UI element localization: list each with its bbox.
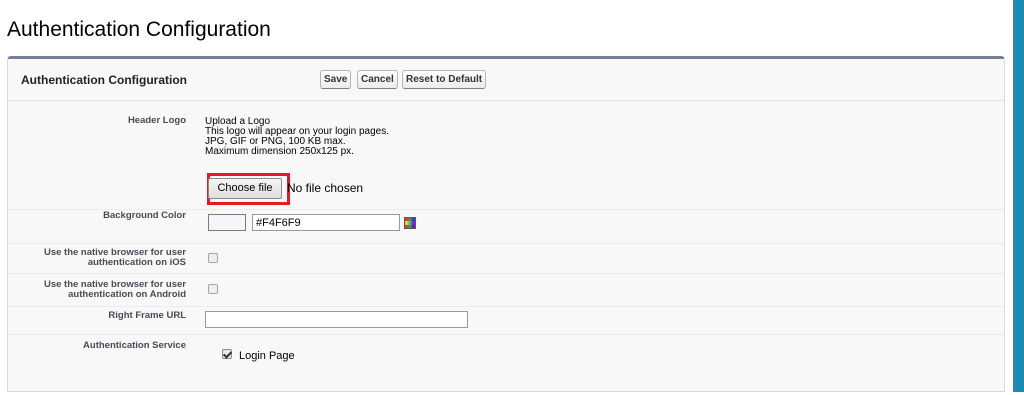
color-picker-icon[interactable] [404, 217, 416, 229]
page-title: Authentication Configuration [7, 18, 271, 41]
login-page-label: Login Page [239, 350, 295, 362]
header-logo-label: Header Logo [127, 115, 186, 126]
native-android-checkbox[interactable] [208, 284, 218, 294]
right-frame-url-label: Right Frame URL [108, 310, 186, 321]
side-accent-bar [1013, 0, 1024, 392]
reset-to-default-button[interactable]: Reset to Default [402, 70, 487, 89]
panel-header: Authentication Configuration Save Cancel… [8, 59, 1004, 101]
choose-file-button[interactable]: Choose file [208, 178, 282, 199]
right-frame-url-input[interactable] [205, 311, 468, 328]
cancel-button[interactable]: Cancel [357, 70, 398, 89]
panel-title: Authentication Configuration [21, 73, 187, 87]
background-color-label: Background Color [103, 210, 186, 221]
header-logo-help: Upload a Logo This logo will appear on y… [205, 117, 389, 157]
right-frame-url-row: Right Frame URL [8, 306, 1004, 335]
login-page-checkbox[interactable] [222, 349, 232, 359]
background-color-input[interactable] [252, 214, 400, 231]
no-file-chosen-text: No file chosen [287, 181, 364, 195]
save-button[interactable]: Save [320, 70, 352, 89]
header-logo-row: Header Logo Upload a Logo This logo will… [8, 101, 1004, 210]
native-ios-label: Use the native browser for user authenti… [43, 247, 186, 268]
color-swatch[interactable] [208, 214, 246, 231]
auth-config-panel: Authentication Configuration Save Cancel… [7, 56, 1005, 392]
background-color-row: Background Color [8, 209, 1004, 244]
native-android-label: Use the native browser for user authenti… [43, 279, 186, 300]
native-ios-checkbox[interactable] [208, 253, 218, 263]
native-ios-row: Use the native browser for user authenti… [8, 243, 1004, 274]
auth-service-label: Authentication Service [83, 340, 186, 351]
auth-service-row: Authentication Service [8, 334, 1004, 395]
native-android-row: Use the native browser for user authenti… [8, 273, 1004, 307]
help-line: Maximum dimension 250x125 px. [205, 146, 354, 157]
